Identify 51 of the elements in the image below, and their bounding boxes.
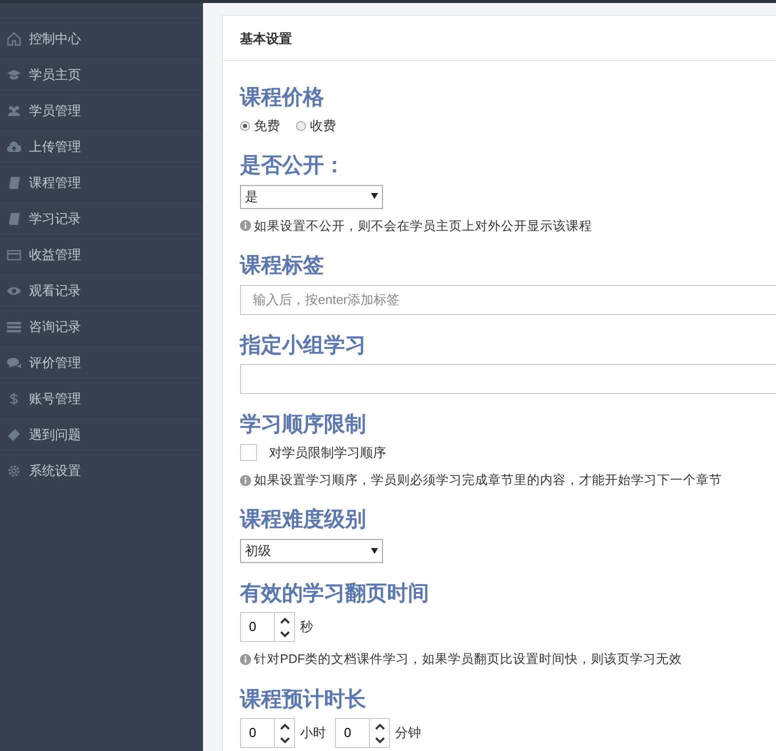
caret-icon	[371, 548, 378, 554]
section-heading: 有效的学习翻页时间	[240, 580, 430, 607]
section-heading: 是否公开：	[240, 153, 346, 180]
text-field[interactable]: 输入后，按enter添加标签	[240, 284, 776, 315]
unit-label: 秒	[300, 618, 313, 636]
hint-text: 如果设置学习顺序，学员则必须学习完成章节里的内容，才能开始学习下一个章节	[254, 472, 722, 489]
card-title: 基本设置	[223, 16, 776, 60]
sidebar-item[interactable]: 学员管理	[0, 92, 203, 128]
graduation-cap-icon	[7, 68, 21, 82]
sidebar-item[interactable]: 观看记录	[0, 272, 203, 308]
sidebar-item[interactable]: 控制中心	[0, 20, 203, 56]
sidebar-item[interactable]: 咨询记录	[0, 308, 203, 344]
sidebar-item[interactable]: 学员主页	[0, 56, 203, 92]
text-field[interactable]	[240, 364, 776, 394]
section-heading: 学习顺序限制	[240, 412, 367, 438]
sidebar-item[interactable]: 评价管理	[0, 344, 203, 380]
hint-text: 针对PDF类的文档课件学习，如果学员翻页比设置时间快，则该页学习无效	[254, 651, 682, 668]
gear-icon	[7, 464, 21, 478]
select-field[interactable]: 是	[240, 184, 383, 209]
caret-icon	[371, 193, 378, 200]
section-heading: 课程预计时长	[240, 686, 367, 713]
sidebar-item[interactable]: 系统设置	[0, 452, 203, 488]
section-heading: 指定小组学习	[240, 332, 367, 359]
sidebar-item[interactable]: 上传管理	[0, 128, 203, 164]
info-icon	[240, 220, 251, 232]
list-icon	[7, 320, 21, 334]
credit-card-icon	[7, 248, 21, 262]
sidebar-item[interactable]: 收益管理	[0, 236, 203, 272]
radio-option[interactable]: 免费	[240, 116, 280, 136]
cloud-upload-icon	[7, 140, 21, 154]
info-icon	[240, 654, 251, 665]
hint-text: 如果设置不公开，则不会在学员主页上对外公开显示该课程	[254, 218, 592, 235]
home-icon	[7, 32, 21, 46]
number-field[interactable]: 0	[240, 718, 295, 748]
checkbox-option[interactable]: 对学员限制学习顺序	[240, 443, 776, 463]
sidebar-item[interactable]: 学习记录	[0, 200, 203, 236]
number-field[interactable]: 0	[335, 718, 390, 748]
sidebar-item[interactable]: 账号管理	[0, 380, 203, 416]
sidebar-item[interactable]: 课程管理	[0, 164, 203, 200]
sidebar-item[interactable]: 遇到问题	[0, 416, 203, 452]
radio-option[interactable]: 收费	[296, 116, 336, 136]
comments-icon	[7, 356, 21, 370]
section-heading: 课程难度级别	[240, 506, 367, 534]
section-heading: 课程价格	[240, 84, 325, 110]
unit-label: 分钟	[395, 724, 421, 742]
section-heading: 课程标签	[240, 253, 325, 280]
select-field[interactable]: 初级	[240, 538, 383, 563]
info-icon	[240, 474, 251, 486]
users-icon	[7, 104, 21, 118]
unit-label: 小时	[300, 724, 326, 742]
number-field[interactable]: 0	[240, 612, 295, 642]
